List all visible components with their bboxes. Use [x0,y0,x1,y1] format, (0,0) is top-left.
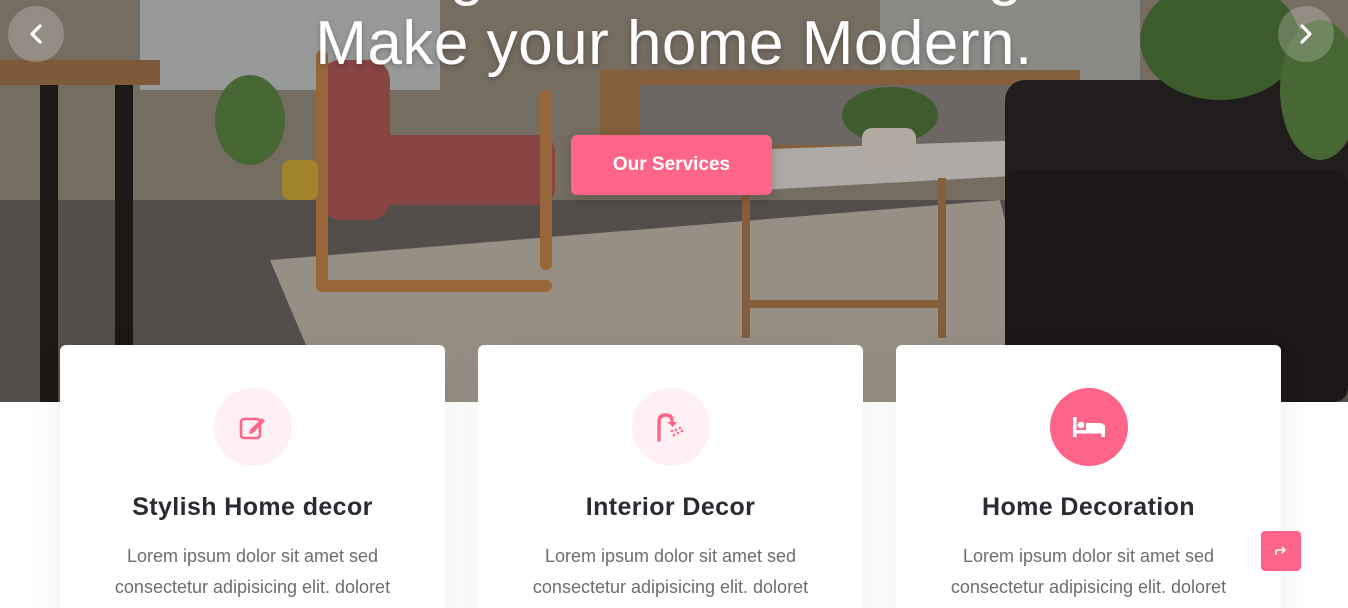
service-title: Interior Decor [585,493,756,521]
carousel-prev-button[interactable] [8,6,64,62]
chevron-left-icon [30,24,42,44]
service-card-stylish-home-decor: Stylish Home decor Lorem ipsum dolor sit… [60,345,445,608]
service-icon-circle [632,388,710,466]
bed-icon [1073,417,1105,437]
scroll-to-top-button[interactable] [1261,531,1301,571]
service-title: Home Decoration [982,493,1195,521]
hero-banner: Design Your Home Living Make your home M… [0,0,1348,402]
our-services-button[interactable]: Our Services [571,135,772,195]
arrow-up-icon [1275,546,1287,555]
service-description: Lorem ipsum dolor sit amet sed consectet… [950,546,1227,597]
service-title: Stylish Home decor [132,493,373,521]
hero-title: Make your home Modern. [315,9,1033,78]
service-icon-circle [214,388,292,466]
shower-icon [657,413,684,442]
edit-icon [239,417,265,440]
chevron-right-icon [1300,24,1312,44]
service-card-interior-decor: Interior Decor Lorem ipsum dolor sit ame… [478,345,863,608]
carousel-next-button[interactable] [1278,6,1334,62]
service-icon-circle [1050,388,1128,466]
service-description: Lorem ipsum dolor sit amet sed consectet… [532,546,809,597]
service-description: Lorem ipsum dolor sit amet sed consectet… [114,546,391,597]
service-card-home-decoration: Home Decoration Lorem ipsum dolor sit am… [896,345,1281,608]
